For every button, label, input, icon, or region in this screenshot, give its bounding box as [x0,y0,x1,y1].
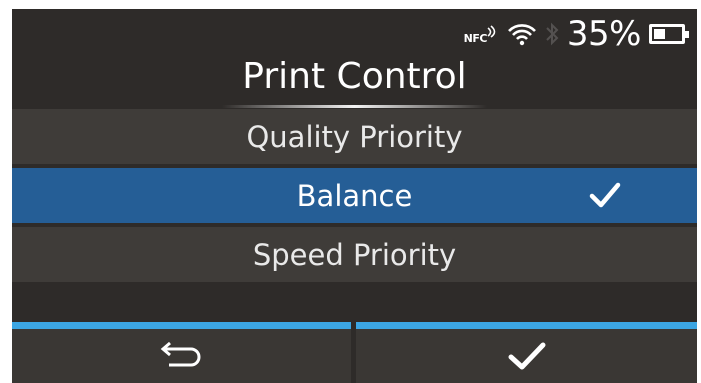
nfc-indicator: NFC [464,24,499,45]
footer-accent-right [356,322,697,329]
bluetooth-icon [546,22,559,46]
back-arrow-icon [160,341,200,367]
title-underline [222,105,487,108]
option-speed-priority[interactable]: Speed Priority [12,227,697,282]
option-label: Balance [296,178,413,213]
option-label: Speed Priority [252,237,457,272]
selected-checkmark-icon [589,182,621,208]
option-balance[interactable]: Balance [12,168,697,223]
option-label: Quality Priority [246,119,463,154]
nfc-label: NFC [463,31,488,45]
confirm-button[interactable] [356,329,697,383]
battery-percent: 35% [566,14,642,54]
back-button[interactable] [12,329,351,383]
printer-display: NFC 35% Print Control Quality Priority B [12,9,697,383]
option-list: Quality Priority Balance Speed Priority [12,109,697,286]
footer-accent-left [12,322,351,329]
battery-fill [654,29,665,39]
battery-icon [649,24,689,44]
option-quality-priority[interactable]: Quality Priority [12,109,697,164]
page-title: Print Control [242,56,467,97]
battery-terminal [685,31,689,38]
nfc-signal-icon [487,24,496,38]
status-bar: NFC 35% [464,14,689,54]
wifi-icon [507,24,536,46]
checkmark-icon [508,342,545,370]
